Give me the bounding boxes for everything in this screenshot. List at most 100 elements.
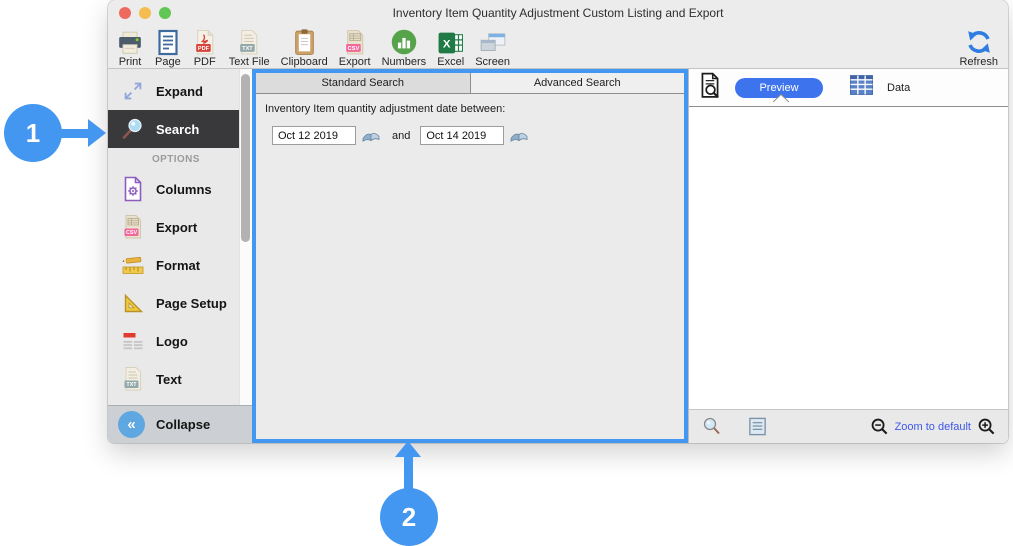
title-bar: Inventory Item Quantity Adjustment Custo… [108, 0, 1008, 26]
sidebar: Expand Search OPTIONS Columns [108, 69, 252, 443]
zoom-in-icon[interactable] [977, 417, 996, 436]
screen-icon [479, 27, 507, 56]
text-file-button[interactable]: TXT Text File [229, 27, 270, 69]
svg-text:CSV: CSV [347, 46, 359, 52]
sidebar-item-label: Format [156, 258, 200, 273]
page-icon [156, 27, 180, 56]
minimize-window-button[interactable] [139, 7, 151, 19]
svg-text:X: X [443, 39, 451, 51]
window-content: Expand Search OPTIONS Columns [108, 69, 1008, 443]
annotation-arrow-2-shaft [404, 456, 413, 492]
clipboard-icon [292, 27, 317, 56]
svg-text:CSV: CSV [126, 230, 137, 236]
tool-label: Page [155, 56, 181, 69]
date-picker-icon[interactable] [510, 129, 528, 142]
format-icon [118, 253, 148, 277]
tool-label: Refresh [959, 56, 998, 69]
pdf-button[interactable]: PDF PDF [192, 27, 218, 69]
annotation-arrow-1-shaft [58, 129, 90, 138]
sidebar-item-label: Collapse [156, 417, 210, 432]
txt-file-icon: TXT [236, 27, 262, 56]
search-icon [118, 117, 148, 141]
annotation-arrow-1-head [88, 119, 106, 147]
sidebar-items: Expand Search OPTIONS Columns [108, 69, 252, 405]
tab-advanced-search[interactable]: Advanced Search [471, 73, 685, 93]
excel-button[interactable]: X Excel [437, 27, 464, 69]
search-panel-body: Inventory Item quantity adjustment date … [256, 94, 684, 154]
sidebar-options-header: OPTIONS [108, 148, 252, 170]
sidebar-item-expand[interactable]: Expand [108, 72, 239, 110]
zoom-to-default-link[interactable]: Zoom to default [895, 421, 971, 433]
svg-text:PDF: PDF [198, 46, 210, 52]
csv-export-icon: CSV [118, 214, 148, 240]
printer-icon [116, 27, 144, 56]
numbers-icon [390, 27, 418, 56]
sidebar-item-page-setup[interactable]: Page Setup [108, 284, 239, 322]
traffic-lights [119, 7, 171, 19]
table-grid-icon [849, 74, 874, 101]
magnifier-icon[interactable] [701, 416, 723, 438]
sidebar-item-label: Logo [156, 334, 188, 349]
sidebar-item-label: Page Setup [156, 296, 227, 311]
tool-label: Clipboard [281, 56, 328, 69]
annotation-arrow-2-head [395, 441, 421, 457]
sidebar-scrollbar-thumb[interactable] [241, 74, 250, 242]
zoom-controls: Zoom to default [870, 417, 996, 436]
excel-icon: X [437, 27, 464, 56]
sidebar-item-label: Text [156, 372, 182, 387]
numbers-button[interactable]: Numbers [382, 27, 427, 69]
tab-standard-search[interactable]: Standard Search [256, 73, 471, 93]
sidebar-item-search[interactable]: Search [108, 110, 239, 148]
data-tab-button[interactable]: Data [849, 74, 910, 101]
preview-caret [773, 89, 789, 107]
refresh-button[interactable]: Refresh [959, 27, 998, 69]
date-range-conjunction: and [392, 130, 410, 142]
tool-label: Export [339, 56, 371, 69]
svg-text:TXT: TXT [126, 382, 137, 388]
sidebar-item-text[interactable]: TXT Text [108, 360, 239, 398]
sidebar-item-export[interactable]: CSV Export [108, 208, 239, 246]
page-setup-icon [118, 291, 148, 315]
pdf-icon: PDF [192, 27, 218, 56]
text-file-icon: TXT [118, 366, 148, 392]
zoom-out-icon[interactable] [870, 417, 889, 436]
sidebar-item-label: Expand [156, 84, 203, 99]
preview-panel: Preview Data [688, 69, 1008, 443]
preview-header: Preview Data [689, 69, 1008, 107]
refresh-icon [964, 27, 994, 56]
annotation-step-2: 2 [380, 488, 438, 546]
tool-label: Text File [229, 56, 270, 69]
tool-label: Print [119, 56, 142, 69]
sidebar-item-label: Columns [156, 182, 212, 197]
collapse-icon: « [118, 411, 145, 438]
sidebar-item-columns[interactable]: Columns [108, 170, 239, 208]
sidebar-item-label: Search [156, 122, 199, 137]
sidebar-collapse-button[interactable]: « Collapse [108, 405, 252, 443]
screen-button[interactable]: Screen [475, 27, 510, 69]
svg-text:TXT: TXT [242, 46, 253, 52]
report-note-icon[interactable] [747, 416, 768, 437]
search-panel: Standard Search Advanced Search Inventor… [252, 69, 688, 443]
date-range-row: and [272, 126, 675, 145]
page-button[interactable]: Page [155, 27, 181, 69]
toolbar: Print Page PDF PDF TXT Text File Clipboa… [108, 26, 1008, 69]
tool-label: Numbers [382, 56, 427, 69]
preview-footer: Zoom to default [689, 409, 1008, 443]
date-to-input[interactable] [420, 126, 504, 145]
csv-export-icon: CSV [342, 27, 368, 56]
export-csv-button[interactable]: CSV Export [339, 27, 371, 69]
print-button[interactable]: Print [116, 27, 144, 69]
columns-icon [118, 176, 148, 202]
date-from-input[interactable] [272, 126, 356, 145]
expand-icon [118, 79, 148, 103]
date-range-prompt: Inventory Item quantity adjustment date … [265, 103, 675, 115]
preview-content-area [689, 107, 1008, 409]
app-window: Inventory Item Quantity Adjustment Custo… [108, 0, 1008, 443]
close-window-button[interactable] [119, 7, 131, 19]
sidebar-item-logo[interactable]: Logo [108, 322, 239, 360]
sidebar-item-format[interactable]: Format [108, 246, 239, 284]
window-title: Inventory Item Quantity Adjustment Custo… [393, 6, 724, 20]
date-picker-icon[interactable] [362, 129, 380, 142]
clipboard-button[interactable]: Clipboard [281, 27, 328, 69]
zoom-window-button[interactable] [159, 7, 171, 19]
